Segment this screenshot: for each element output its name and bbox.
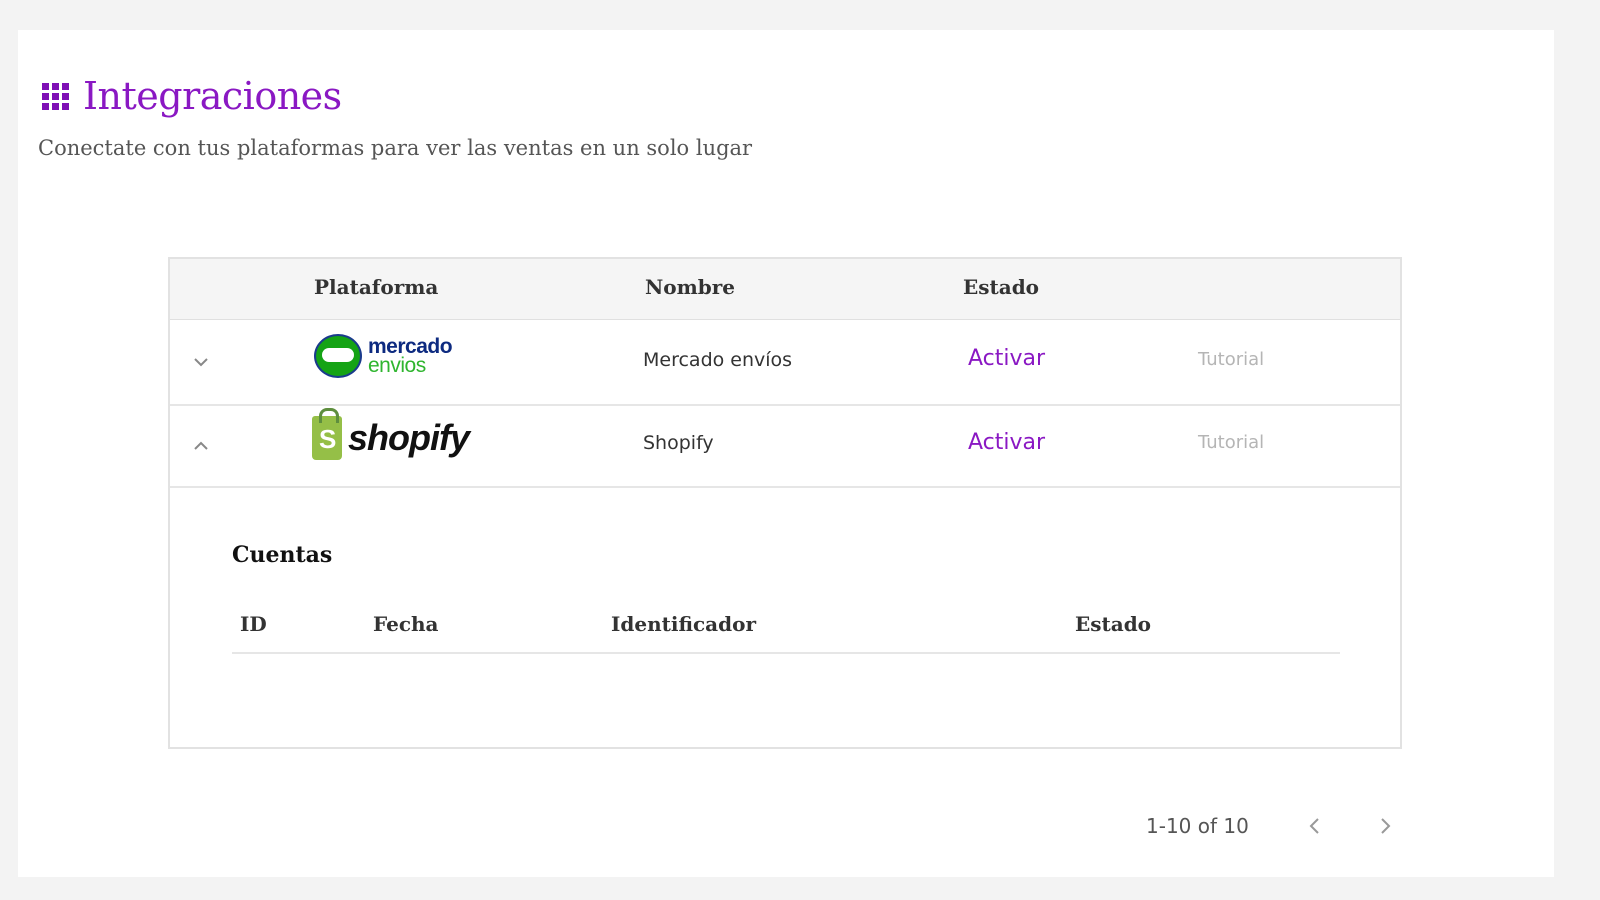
apps-grid-icon xyxy=(42,82,69,110)
table-header: Plataforma Nombre Estado xyxy=(170,259,1400,320)
handshake-icon xyxy=(314,334,362,378)
tutorial-link[interactable]: Tutorial xyxy=(1198,349,1264,370)
row-name: Shopify xyxy=(643,432,714,454)
logo-text-line2: envios xyxy=(368,354,426,377)
chevron-down-icon[interactable] xyxy=(192,353,210,371)
row-name: Mercado envíos xyxy=(643,349,793,371)
accounts-column-estado: Estado xyxy=(1075,612,1152,636)
pagination: 1-10 of 10 xyxy=(1146,814,1445,838)
chevron-left-icon[interactable] xyxy=(1305,816,1325,836)
chevron-right-icon[interactable] xyxy=(1375,816,1395,836)
column-header-plataforma: Plataforma xyxy=(314,275,439,299)
accounts-column-id: ID xyxy=(240,612,267,636)
accounts-table-header: ID Fecha Identificador Estado xyxy=(232,604,1340,654)
integrations-table: Plataforma Nombre Estado mercado envios … xyxy=(168,257,1402,749)
page-header: Integraciones xyxy=(42,74,342,118)
page-subtitle: Conectate con tus plataformas para ver l… xyxy=(38,136,753,160)
column-header-estado: Estado xyxy=(963,275,1040,299)
activar-link[interactable]: Activar xyxy=(968,430,1045,455)
chevron-up-icon[interactable] xyxy=(192,437,210,455)
pagination-range: 1-10 of 10 xyxy=(1146,814,1249,838)
mercado-envios-logo: mercado envios xyxy=(314,334,453,378)
shopify-logo: S shopify xyxy=(312,408,470,460)
column-header-nombre: Nombre xyxy=(645,275,736,299)
accounts-panel: Cuentas ID Fecha Identificador Estado xyxy=(170,488,1400,752)
accounts-title: Cuentas xyxy=(232,542,333,568)
shopping-bag-icon: S xyxy=(312,408,342,460)
table-row-shopify[interactable]: S shopify Shopify Activar Tutorial xyxy=(170,406,1400,488)
activar-link[interactable]: Activar xyxy=(968,346,1045,371)
accounts-column-identificador: Identificador xyxy=(611,612,756,636)
table-row-mercado-envios[interactable]: mercado envios Mercado envíos Activar Tu… xyxy=(170,320,1400,406)
page-title: Integraciones xyxy=(83,74,342,118)
accounts-column-fecha: Fecha xyxy=(373,612,439,636)
tutorial-link[interactable]: Tutorial xyxy=(1198,432,1264,453)
logo-text: shopify xyxy=(348,417,470,458)
integrations-card: Integraciones Conectate con tus platafor… xyxy=(18,30,1554,877)
